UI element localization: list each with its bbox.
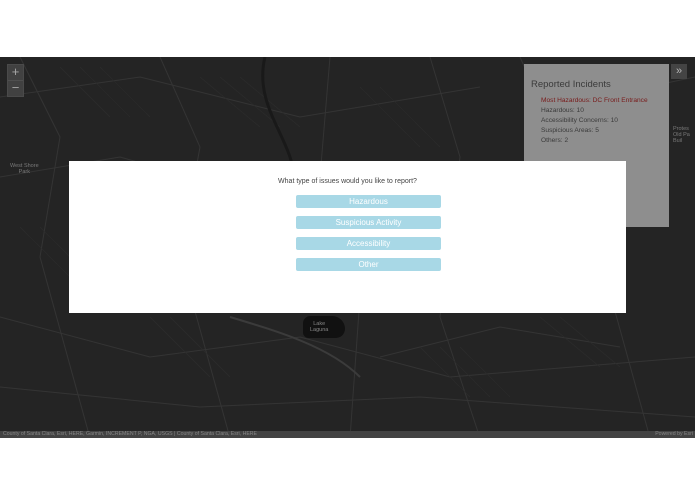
suspicious-activity-button[interactable]: Suspicious Activity: [296, 216, 441, 229]
accessibility-button[interactable]: Accessibility: [296, 237, 441, 250]
other-button[interactable]: Other: [296, 258, 441, 271]
dialog-question: What type of issues would you like to re…: [278, 178, 417, 185]
report-issue-dialog: What type of issues would you like to re…: [69, 161, 626, 313]
hazardous-button[interactable]: Hazardous: [296, 195, 441, 208]
